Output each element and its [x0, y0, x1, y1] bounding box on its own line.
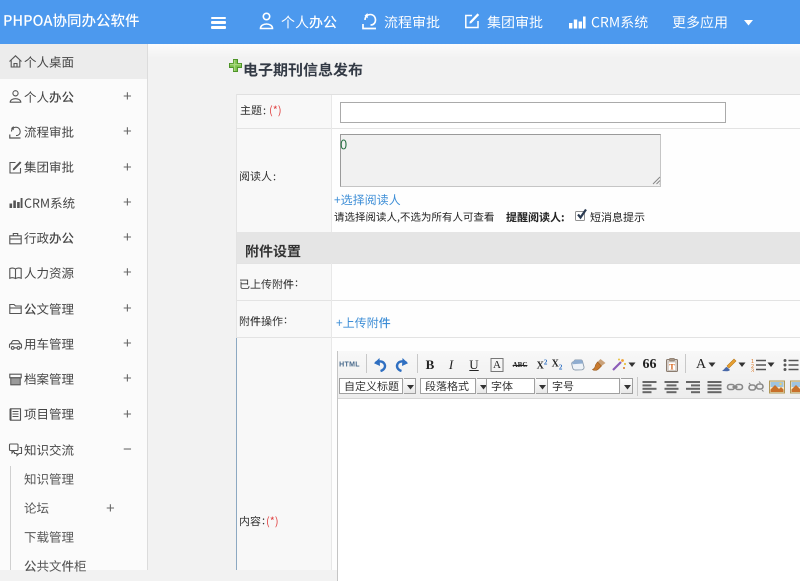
- svg-text:T: T: [669, 361, 675, 371]
- svg-text:3: 3: [751, 368, 754, 372]
